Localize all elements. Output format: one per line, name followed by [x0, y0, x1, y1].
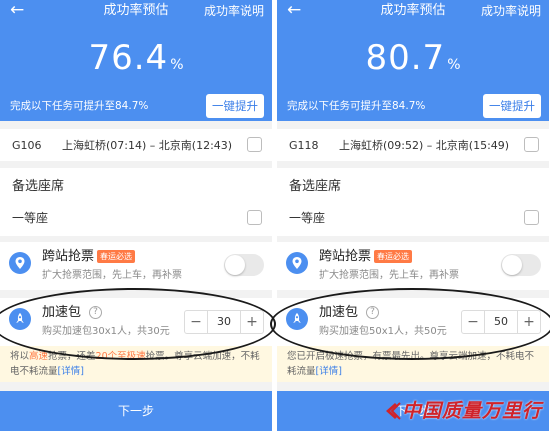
accelerate-pack-title: 加速包 [319, 305, 359, 320]
cross-station-toggle[interactable] [501, 254, 541, 276]
decrease-button[interactable]: − [185, 311, 207, 333]
cross-station-toggle[interactable] [224, 254, 264, 276]
rocket-icon [9, 308, 31, 330]
alternate-seats-section: 备选座席 一等座 [277, 168, 549, 236]
help-question-icon[interactable]: ? [366, 306, 379, 319]
top-bar: ← 成功率预估 成功率说明 [0, 0, 272, 22]
toggle-knob [502, 255, 522, 275]
screen-right: ← 成功率预估 成功率说明 80.7% 完成以下任务可提升至84.7% 一键提升… [277, 0, 549, 431]
cross-station-title: 跨站抢票 [42, 249, 95, 264]
accelerate-pack-desc: 购买加速包30x1人，共30元 [42, 326, 170, 337]
seat-first-class: 一等座 [289, 211, 326, 225]
cross-station-row: 跨站抢票 春运必选 扩大抢票范围，先上车，再补票 [277, 242, 549, 290]
seat-checkbox[interactable] [524, 210, 539, 225]
seat-first-class: 一等座 [12, 211, 49, 225]
watermark-text: 中国质量万里行 [401, 400, 542, 422]
success-rate-unit: % [170, 57, 184, 73]
seats-label: 备选座席 [289, 179, 342, 194]
quantity-stepper: − 30 + [184, 310, 264, 334]
help-question-icon[interactable]: ? [89, 306, 102, 319]
toggle-knob [225, 255, 245, 275]
train-code: G118 [289, 139, 319, 152]
seat-checkbox[interactable] [247, 210, 262, 225]
quantity-stepper: − 50 + [461, 310, 541, 334]
location-pin-icon [286, 252, 308, 274]
hero-header: ← 成功率预估 成功率说明 76.4% 完成以下任务可提升至84.7% 一键提升 [0, 0, 272, 121]
rocket-icon [286, 308, 308, 330]
accelerate-pack-title: 加速包 [42, 305, 82, 320]
quantity-value[interactable]: 30 [207, 311, 241, 333]
speed-hint: 将以高速抢票，还差20个至极速抢票。尊享云端加速，不耗电不耗流量[详情] [0, 346, 272, 382]
hint-text: 将以 [10, 351, 30, 362]
seats-label: 备选座席 [12, 179, 65, 194]
train-checkbox[interactable] [247, 137, 262, 152]
screen-left: ← 成功率预估 成功率说明 76.4% 完成以下任务可提升至84.7% 一键提升… [0, 0, 272, 431]
improve-tip: 完成以下任务可提升至84.7% [10, 100, 149, 112]
success-rate-value: 76.4 [88, 38, 169, 78]
watermark: 中国质量万里行 [382, 399, 542, 423]
details-link[interactable]: [详情] [316, 366, 342, 377]
cross-station-desc: 扩大抢票范围，先上车，再补票 [42, 270, 182, 281]
success-rate-unit: % [447, 57, 461, 73]
top-bar: ← 成功率预估 成功率说明 [277, 0, 549, 22]
train-route: 上海虹桥(09:52) – 北京南(15:49) [339, 139, 510, 152]
spring-festival-tag: 春运必选 [97, 250, 135, 263]
accelerate-pack-desc: 购买加速包50x1人，共50元 [319, 326, 447, 337]
rate-explanation-link[interactable]: 成功率说明 [204, 3, 264, 19]
one-click-boost-button[interactable]: 一键提升 [206, 94, 264, 118]
success-rate-value: 80.7 [365, 38, 446, 78]
comparison-screens: ← 成功率预估 成功率说明 76.4% 完成以下任务可提升至84.7% 一键提升… [0, 0, 550, 431]
increase-button[interactable]: + [518, 311, 540, 333]
cross-station-row: 跨站抢票 春运必选 扩大抢票范围，先上车，再补票 [0, 242, 272, 290]
speed-hint: 您已开启极速抢票，有票最先出。尊享云端加速，不耗电不耗流量[详情] [277, 346, 549, 382]
cross-station-title: 跨站抢票 [319, 249, 372, 264]
train-code: G106 [12, 139, 42, 152]
hint-text: 抢票，还差 [48, 351, 96, 362]
decrease-button[interactable]: − [462, 311, 484, 333]
spring-festival-tag: 春运必选 [374, 250, 412, 263]
location-pin-icon [9, 252, 31, 274]
accelerate-pack-row: 加速包 ? 购买加速包30x1人，共30元 − 30 + [0, 298, 272, 346]
improve-tip: 完成以下任务可提升至84.7% [287, 100, 426, 112]
train-checkbox[interactable] [524, 137, 539, 152]
alternate-seats-section: 备选座席 一等座 [0, 168, 272, 236]
next-step-button[interactable]: 下一步 [0, 391, 272, 431]
increase-button[interactable]: + [241, 311, 263, 333]
hint-highlight-speed: 高速 [29, 351, 49, 362]
success-rate: 80.7% [277, 36, 549, 87]
train-row: G118 上海虹桥(09:52) – 北京南(15:49) [277, 129, 549, 161]
accelerate-pack-row: 加速包 ? 购买加速包50x1人，共50元 − 50 + [277, 298, 549, 346]
hero-header: ← 成功率预估 成功率说明 80.7% 完成以下任务可提升至84.7% 一键提升 [277, 0, 549, 121]
rate-explanation-link[interactable]: 成功率说明 [481, 3, 541, 19]
one-click-boost-button[interactable]: 一键提升 [483, 94, 541, 118]
train-route: 上海虹桥(07:14) – 北京南(12:43) [62, 139, 233, 152]
success-rate: 76.4% [0, 36, 272, 87]
hint-highlight-count: 20个至极速 [95, 351, 146, 362]
quantity-value[interactable]: 50 [484, 311, 518, 333]
watermark-logo-icon [385, 402, 401, 420]
details-link[interactable]: [详情] [58, 366, 84, 377]
train-row: G106 上海虹桥(07:14) – 北京南(12:43) [0, 129, 272, 161]
cross-station-desc: 扩大抢票范围，先上车，再补票 [319, 270, 459, 281]
